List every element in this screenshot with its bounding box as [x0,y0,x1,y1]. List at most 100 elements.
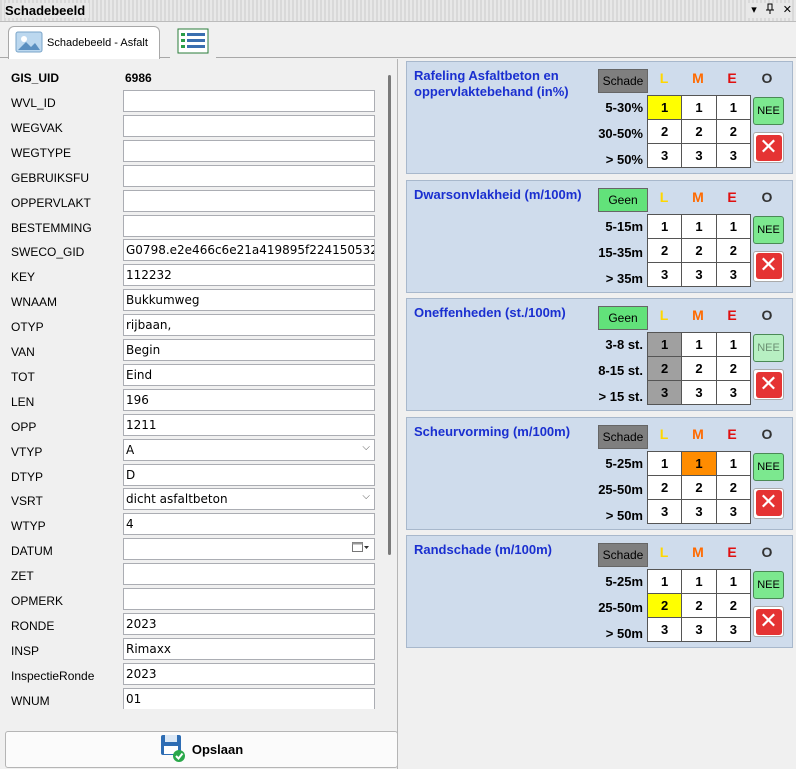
grid-cell[interactable]: 3 [646,261,683,287]
severity-header-e: E [727,544,737,560]
wegvak-field[interactable] [123,114,375,137]
nee-button[interactable]: NEE [753,571,784,599]
damage-card: Scheurvorming (m/100m) Schade L M E O 5-25m 25-… [406,416,793,530]
grid-cell[interactable]: 3 [681,498,717,524]
damage-panel: Rafeling Asfaltbeton en oppervlaktebehan… [401,59,796,769]
grid-cell[interactable]: 3 [681,143,717,168]
grid-cell[interactable]: 3 [681,617,717,642]
clear-button[interactable]: ✕ [753,606,784,637]
grid-cell[interactable]: 2 [681,474,717,500]
grid-cell[interactable]: 3 [646,498,683,524]
grid-cell[interactable]: 2 [715,119,752,144]
clear-button[interactable]: ✕ [753,369,784,400]
bestemming-field[interactable] [123,214,375,237]
grid-cell[interactable]: 2 [715,356,752,381]
grid-cell[interactable]: 2 [681,593,717,618]
van-field[interactable]: Begin [123,339,375,361]
pin-icon[interactable] [765,3,775,18]
wegtype-field[interactable] [123,139,375,162]
grid-cell[interactable]: 2 [646,356,683,381]
key-field[interactable]: 112232 [123,264,375,287]
grid-cell[interactable]: 1 [681,95,717,120]
grid-cell[interactable]: 1 [681,569,717,594]
opp-field[interactable]: 1211 [123,413,375,436]
status-toggle[interactable]: Geen [598,187,648,212]
tab-list-view[interactable] [170,26,216,58]
nee-button[interactable]: NEE [753,97,784,125]
nee-button[interactable]: NEE [753,452,784,481]
grid-cell[interactable]: 1 [646,450,683,476]
wnum-field[interactable]: 01 [123,687,375,709]
dtyp-field[interactable]: D [123,463,375,486]
grid-cell[interactable]: 3 [681,261,717,287]
grid-cell[interactable]: 1 [681,332,717,357]
grid-cell[interactable]: 1 [646,569,683,594]
grid-cell[interactable]: 2 [681,237,717,263]
clear-button[interactable]: ✕ [753,132,784,163]
nee-button[interactable]: NEE [753,334,784,362]
status-toggle[interactable]: Schade [598,543,648,567]
grid-cell[interactable]: 3 [715,261,752,287]
grid-cell[interactable]: 2 [715,237,752,263]
grid-cell[interactable]: 2 [715,593,752,618]
form-scrollbar[interactable] [388,75,391,555]
grid-cell[interactable]: 1 [681,213,717,239]
calendar-icon[interactable] [352,541,370,556]
grid-cell[interactable]: 3 [646,617,683,642]
wtyp-field[interactable]: 4 [123,513,375,536]
oppervlakt-field[interactable] [123,189,375,212]
wvl_id-field[interactable] [123,90,375,112]
sweco_gid-field[interactable]: G0798.e2e466c6e21a419895f224150532458 [123,239,375,262]
grid-cell[interactable]: 2 [681,356,717,381]
vtyp-field[interactable]: A ⌵ [123,438,375,461]
grid-cell[interactable]: 1 [715,95,752,120]
insp-field[interactable]: Rimaxx [123,637,375,660]
extent-label: 3-8 st. [605,337,643,352]
save-button[interactable]: Opslaan [5,731,398,768]
close-icon[interactable]: ✕ [783,3,792,18]
dropdown-icon[interactable]: ▾ [751,3,757,18]
ronde-field[interactable]: 2023 [123,612,375,635]
inspectieronde-field[interactable]: 2023 [123,662,375,685]
grid-cell[interactable]: 3 [646,143,683,168]
len-field[interactable]: 196 [123,388,375,411]
grid-cell[interactable]: 1 [715,213,752,239]
gebruiksfu-field[interactable] [123,164,375,187]
wnaam-field[interactable]: Bukkumweg [123,289,375,312]
grid-cell[interactable]: 2 [715,474,752,500]
grid-cell[interactable]: 3 [646,380,683,405]
grid-cell[interactable]: 1 [715,332,752,357]
tab-schadebeeld-asfalt[interactable]: Schadebeeld - Asfalt [8,26,160,59]
status-toggle[interactable]: Schade [598,69,648,93]
vsrt-field[interactable]: dicht asfaltbeton ⌵ [123,488,375,511]
grid-cell[interactable]: 3 [715,498,752,524]
nee-button[interactable]: NEE [753,215,784,244]
grid-cell[interactable]: 3 [715,617,752,642]
clear-button[interactable]: ✕ [753,250,784,282]
clear-button[interactable]: ✕ [753,487,784,519]
otyp-field[interactable]: rijbaan, [123,314,375,337]
grid-cell[interactable]: 1 [715,450,752,476]
grid-cell[interactable]: 1 [646,332,683,357]
chevron-down-icon[interactable]: ⌵ [362,491,370,502]
opmerk-field[interactable] [123,588,375,610]
grid-cell[interactable]: 1 [646,213,683,239]
tot-field[interactable]: Eind [123,363,375,386]
grid-cell[interactable]: 1 [681,450,717,476]
grid-cell[interactable]: 2 [646,119,683,144]
grid-cell[interactable]: 3 [681,380,717,405]
grid-cell[interactable]: 3 [715,380,752,405]
chevron-down-icon[interactable]: ⌵ [362,442,370,453]
grid-cell[interactable]: 2 [646,474,683,500]
grid-cell[interactable]: 1 [646,95,683,120]
zet-field[interactable] [123,563,375,586]
status-toggle[interactable]: Schade [598,424,648,449]
datum-field[interactable] [123,538,375,561]
grid-cell[interactable]: 1 [715,569,752,594]
grid-cell[interactable]: 2 [646,593,683,618]
grid-cell[interactable]: 3 [715,143,752,168]
status-toggle[interactable]: Geen [598,306,648,330]
grid-cell[interactable]: 2 [646,237,683,263]
grid-cell[interactable]: 2 [681,119,717,144]
field-label: InspectieRonde [11,668,95,683]
